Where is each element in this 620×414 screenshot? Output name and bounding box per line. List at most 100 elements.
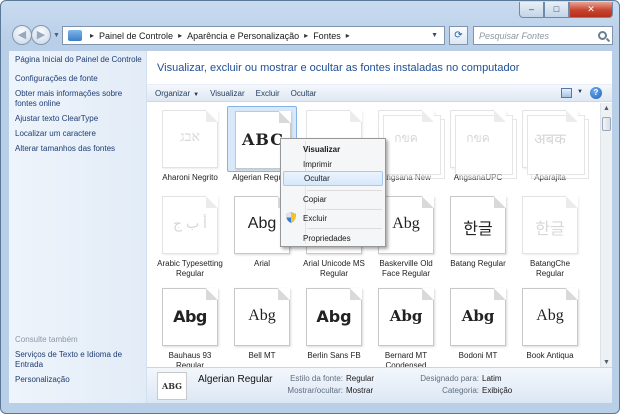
sidebar-link-cleartype[interactable]: Ajustar texto ClearType — [15, 114, 146, 124]
font-sample-text: Abg — [316, 307, 352, 326]
sidebar-link-font-size[interactable]: Alterar tamanhos das fontes — [15, 144, 146, 154]
details-visibility-label: Mostrar/ocultar: — [287, 386, 343, 395]
refresh-button[interactable]: ⟳ — [449, 26, 468, 45]
menu-separator — [307, 209, 382, 210]
font-tile[interactable]: अबकAparajita — [515, 106, 589, 183]
page-fold — [494, 110, 506, 122]
font-name-label: Berlin Sans FB — [307, 351, 361, 360]
change-view-icon[interactable] — [561, 88, 572, 98]
close-button[interactable]: ✕ — [569, 2, 613, 18]
font-preview-page: Abg — [234, 288, 301, 357]
page-fold — [566, 110, 578, 122]
font-tile[interactable]: 한글 BatangChe Regular — [515, 192, 585, 279]
menu-separator — [307, 190, 382, 191]
address-history-dropdown[interactable]: ▼ — [431, 32, 438, 39]
font-preview-page: अबक — [522, 110, 589, 179]
details-designed-label: Designado para: — [420, 374, 479, 383]
page-fold — [278, 288, 290, 300]
font-preview-page: 한글 — [522, 196, 578, 254]
breadcrumb-separator[interactable]: ▸ — [90, 31, 94, 40]
preview-button[interactable]: Visualizar — [210, 89, 245, 98]
address-bar[interactable]: ▸ Painel de Controle ▸ Aparência e Perso… — [62, 26, 445, 45]
breadcrumb-separator[interactable]: ▸ — [304, 31, 308, 40]
sidebar-link-font-settings[interactable]: Configurações de fonte — [15, 74, 146, 84]
menu-item-copy[interactable]: Copiar — [283, 192, 383, 207]
font-file-icon[interactable]: Abg — [443, 284, 517, 357]
font-file-icon[interactable]: अबक — [515, 106, 589, 179]
font-tile[interactable]: Abg Bodoni MT — [443, 284, 517, 361]
font-file-icon[interactable]: Abg — [155, 284, 225, 350]
font-file-icon[interactable]: กขค — [443, 106, 517, 179]
hide-button[interactable]: Ocultar — [291, 89, 317, 98]
view-options-dropdown[interactable]: ▼ — [577, 89, 583, 95]
font-preview-page: Abg — [306, 288, 373, 357]
menu-item-print[interactable]: Imprimir — [283, 157, 383, 172]
breadcrumb-separator[interactable]: ▸ — [346, 31, 350, 40]
font-tile[interactable]: אבג Aharoni Negrito — [155, 106, 225, 183]
minimize-button[interactable]: – — [519, 2, 544, 18]
font-preview-page: Abg — [522, 288, 589, 357]
font-name-label: Arial — [253, 259, 270, 268]
page-fold — [206, 196, 218, 208]
font-name-label: Arabic Typesetting Regular — [157, 259, 223, 278]
font-name-label: Baskerville Old Face Regular — [379, 259, 433, 278]
maximize-button[interactable]: □ — [544, 2, 569, 18]
font-sample-text: กขค — [394, 131, 418, 145]
scrollbar-thumb[interactable] — [602, 117, 611, 131]
font-sample-text: أ ب ج — [173, 215, 207, 231]
font-file-icon[interactable]: אבג — [155, 106, 225, 172]
font-file-icon[interactable]: Abg — [227, 284, 301, 357]
vertical-scrollbar[interactable]: ▲ ▼ — [600, 103, 612, 368]
delete-button[interactable]: Excluir — [256, 89, 280, 98]
page-fold — [350, 288, 362, 300]
breadcrumb-control-panel[interactable]: Painel de Controle — [99, 31, 173, 41]
recent-pages-dropdown[interactable]: ▼ — [53, 32, 60, 39]
font-file-icon[interactable]: Abg — [515, 284, 589, 357]
sidebar-link-personalization[interactable]: Personalização — [15, 375, 139, 385]
search-icon[interactable] — [598, 31, 607, 40]
sidebar-link-control-panel-home[interactable]: Página Inicial do Painel de Controle — [15, 55, 146, 65]
sidebar-link-find-character[interactable]: Localizar um caractere — [15, 129, 146, 139]
font-sample-text: אבג — [180, 129, 200, 145]
menu-item-properties[interactable]: Propriedades — [283, 231, 383, 246]
page-fold — [206, 288, 218, 300]
details-category-value: Exibição — [482, 386, 513, 395]
see-also-title: Consulte também — [15, 335, 78, 344]
menu-item-hide[interactable]: Ocultar — [283, 171, 383, 186]
font-tile[interactable]: 한글 Batang Regular — [443, 192, 513, 269]
search-input[interactable]: Pesquisar Fontes — [479, 31, 549, 41]
sidebar-link-text-services[interactable]: Serviços de Texto e Idioma de Entrada — [15, 350, 139, 370]
font-tile[interactable]: Abg Berlin Sans FB — [299, 284, 373, 361]
font-tile[interactable]: Abg Book Antiqua — [515, 284, 589, 361]
menu-item-preview[interactable]: Visualizar — [283, 142, 383, 157]
font-file-icon[interactable]: Abg — [371, 284, 441, 350]
search-box[interactable]: Pesquisar Fontes — [473, 26, 613, 45]
font-file-icon[interactable]: أ ب ج — [155, 192, 225, 258]
details-designed-for: Designado para: Latim — [409, 374, 501, 383]
font-tile[interactable]: กขคAngsanaUPC — [443, 106, 517, 183]
font-preview-page: กขค — [450, 110, 517, 179]
font-file-icon[interactable]: Abg — [299, 284, 373, 357]
breadcrumb-separator[interactable]: ▸ — [178, 31, 182, 40]
font-file-icon[interactable]: 한글 — [515, 192, 585, 258]
menu-item-delete[interactable]: Excluir — [283, 211, 383, 226]
font-tile[interactable]: Abg Bell MT — [227, 284, 301, 361]
forward-button[interactable]: ▶ — [31, 25, 51, 45]
organize-label: Organizar — [155, 88, 191, 98]
control-panel-icon — [68, 30, 82, 41]
font-tile[interactable]: Abg Bauhaus 93 Regular — [155, 284, 225, 368]
font-tile[interactable]: Abg Bernard MT Condensed — [371, 284, 441, 368]
back-button[interactable]: ◀ — [12, 25, 32, 45]
organize-menu[interactable]: Organizar ▼ — [155, 89, 199, 98]
sidebar-link-fonts-online[interactable]: Obter mais informações sobre fontes onli… — [15, 89, 146, 109]
font-sample-text: 한글 — [535, 221, 565, 238]
scroll-up-icon[interactable]: ▲ — [603, 105, 610, 112]
font-preview-page: Abg — [378, 288, 434, 346]
scroll-down-icon[interactable]: ▼ — [603, 359, 610, 366]
help-icon[interactable]: ? — [590, 87, 602, 99]
breadcrumb-fonts[interactable]: Fontes — [313, 31, 341, 41]
breadcrumb-appearance[interactable]: Aparência e Personalização — [187, 31, 299, 41]
font-file-icon[interactable]: 한글 — [443, 192, 513, 258]
details-font-name: Algerian Regular — [198, 374, 273, 385]
font-tile[interactable]: أ ب ج Arabic Typesetting Regular — [155, 192, 225, 279]
